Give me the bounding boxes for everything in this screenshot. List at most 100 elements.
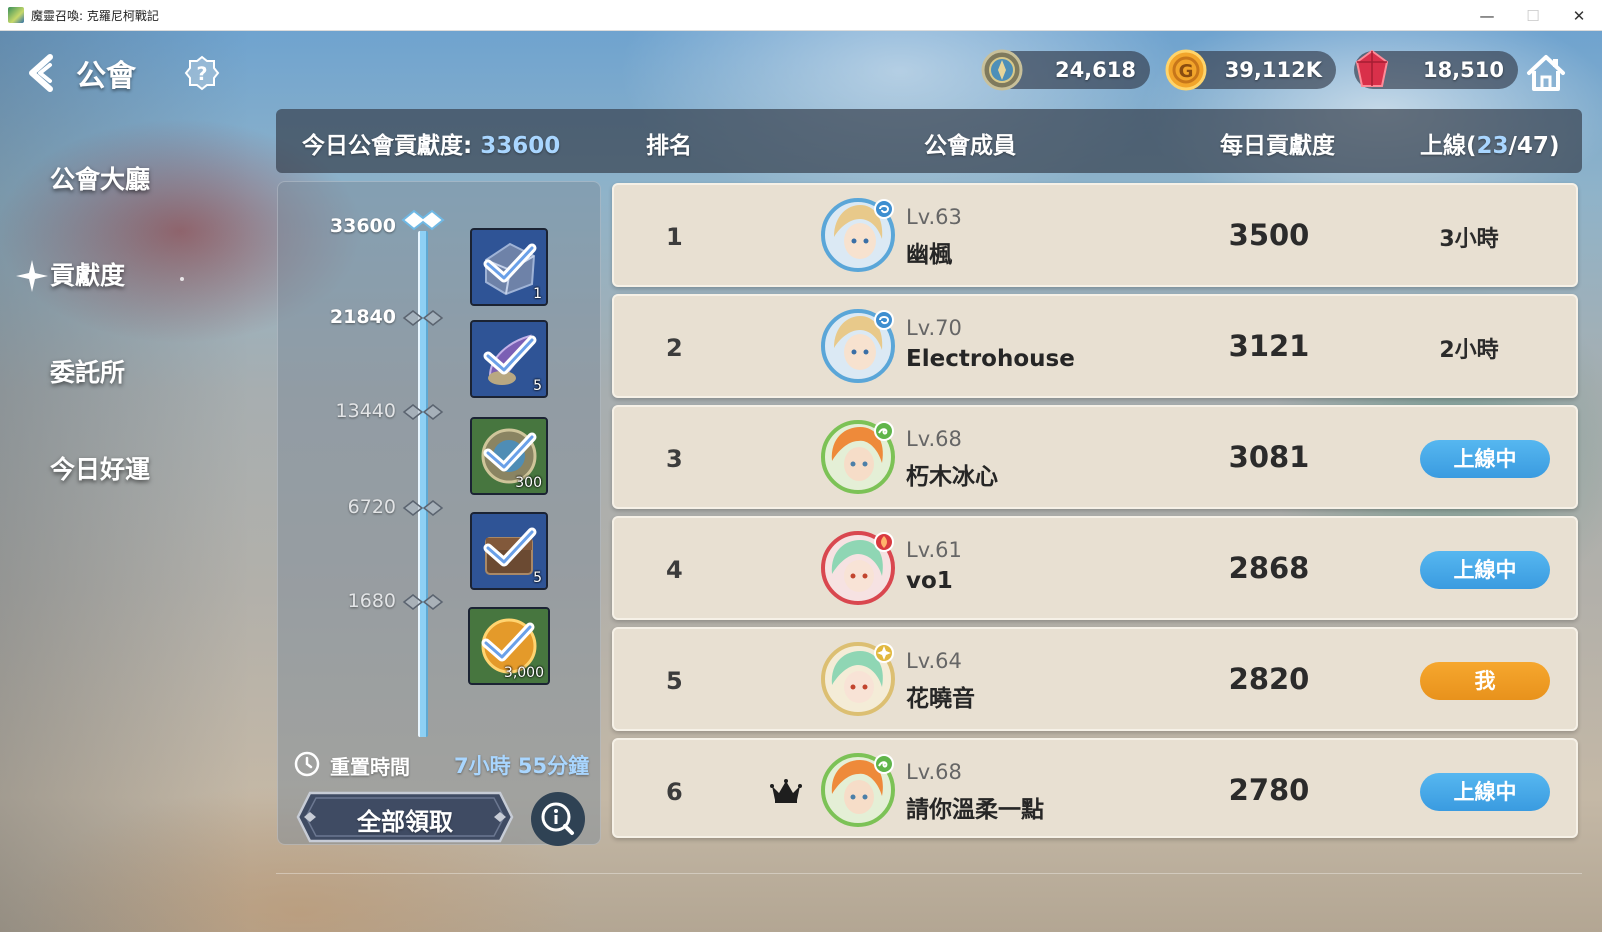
claimed-check-icon bbox=[483, 527, 537, 567]
active-star-icon bbox=[16, 260, 48, 292]
member-name: vo1 bbox=[906, 568, 953, 594]
online-status-badge: 上線中 bbox=[1420, 773, 1550, 811]
gold-coin-icon: G bbox=[1165, 49, 1207, 91]
member-name: 朽木冰心 bbox=[906, 464, 998, 490]
member-rank: 2 bbox=[666, 334, 683, 362]
member-level: Lv.64 bbox=[906, 649, 962, 673]
today-contribution-value: 33600 bbox=[480, 133, 561, 159]
member-contribution: 3121 bbox=[1228, 329, 1310, 363]
reset-time-label: 重置時間 bbox=[330, 755, 410, 779]
crown-icon bbox=[770, 779, 802, 803]
milestone-marker-icon bbox=[402, 404, 444, 420]
gold-value: 39,112K bbox=[1224, 58, 1322, 82]
back-button[interactable] bbox=[24, 53, 64, 93]
side-menu-contribution[interactable]: 貢獻度 bbox=[50, 256, 125, 292]
guild-coin-counter[interactable]: 24,618 bbox=[981, 49, 1150, 91]
member-row[interactable]: 3 Lv.68 朽木冰心 3081 上線中 bbox=[612, 405, 1578, 509]
reward-slot[interactable]: 1 bbox=[470, 228, 548, 306]
reward-quantity: 5 bbox=[533, 570, 542, 586]
member-level: Lv.61 bbox=[906, 538, 962, 562]
minimize-button[interactable]: — bbox=[1464, 0, 1510, 31]
self-badge: 我 bbox=[1420, 662, 1550, 700]
close-button[interactable]: ✕ bbox=[1556, 0, 1602, 31]
member-rank: 3 bbox=[666, 445, 683, 473]
member-rank: 1 bbox=[666, 223, 683, 251]
member-row[interactable]: 6 Lv.68 請你溫柔一點 2780 上線中 bbox=[612, 738, 1578, 838]
milestone-marker-icon bbox=[402, 594, 444, 610]
member-level: Lv.63 bbox=[906, 205, 962, 229]
side-menu-daily-luck[interactable]: 今日好運 bbox=[50, 450, 150, 486]
reward-slot[interactable]: 3,000 bbox=[468, 607, 550, 685]
reward-quantity: 5 bbox=[533, 378, 542, 394]
green-hair-avatar bbox=[821, 642, 895, 716]
member-contribution: 2780 bbox=[1228, 773, 1310, 807]
member-name: Electrohouse bbox=[906, 346, 1075, 372]
app-icon bbox=[8, 7, 24, 23]
claimed-check-icon bbox=[483, 432, 537, 472]
maximize-button[interactable]: ☐ bbox=[1510, 0, 1556, 31]
reset-time-value: 7小時 55分鐘 bbox=[454, 754, 590, 778]
claimed-check-icon bbox=[483, 243, 537, 283]
active-indicator-dot bbox=[180, 277, 184, 281]
milestone-label: 13440 bbox=[335, 400, 396, 422]
blonde-hero-avatar bbox=[821, 309, 895, 383]
svg-text:G: G bbox=[1179, 61, 1194, 82]
online-status-badge: 上線中 bbox=[1420, 440, 1550, 478]
reward-slot[interactable]: 5 bbox=[470, 512, 548, 590]
gold-counter[interactable]: G 39,112K bbox=[1165, 49, 1336, 91]
side-menu-commission[interactable]: 委託所 bbox=[50, 353, 125, 389]
online-status-badge: 上線中 bbox=[1420, 551, 1550, 589]
member-contribution: 2868 bbox=[1228, 551, 1310, 585]
member-level: Lv.68 bbox=[906, 760, 962, 784]
milestone-label: 1680 bbox=[347, 590, 396, 612]
green-hair-avatar bbox=[821, 531, 895, 605]
clock-icon bbox=[294, 751, 320, 777]
member-last-online: 2小時 bbox=[1439, 338, 1499, 363]
list-header: 今日公會貢獻度: 33600 排名 公會成員 每日貢獻度 上線(23/47) bbox=[276, 109, 1582, 173]
window-title: 魔靈召喚: 克羅尼柯戰記 bbox=[31, 8, 159, 23]
svg-text:?: ? bbox=[196, 63, 207, 85]
reward-slot[interactable]: 300 bbox=[470, 417, 548, 495]
member-row[interactable]: 5 Lv.64 花曉音 2820 我 bbox=[612, 627, 1578, 731]
bottom-divider bbox=[276, 873, 1582, 874]
red-crystal-icon bbox=[1355, 49, 1389, 87]
member-rank: 4 bbox=[666, 556, 683, 584]
online-count: 23 bbox=[1476, 133, 1509, 159]
milestone-marker-top-icon bbox=[401, 209, 445, 231]
milestone-label: 21840 bbox=[329, 306, 396, 328]
help-button[interactable]: ? bbox=[184, 55, 220, 91]
member-rank: 5 bbox=[666, 667, 683, 695]
daily-column-header: 每日貢獻度 bbox=[1220, 133, 1335, 159]
claim-all-label: 全部領取 bbox=[357, 808, 453, 836]
member-row[interactable]: 2 Lv.70 Electrohouse 3121 2小時 bbox=[612, 294, 1578, 398]
milestone-label: 33600 bbox=[329, 215, 396, 237]
member-name: 花曉音 bbox=[906, 686, 975, 712]
blonde-hero-avatar bbox=[821, 198, 895, 272]
reward-slot[interactable]: 5 bbox=[470, 320, 548, 398]
page-title: 公會 bbox=[76, 59, 136, 94]
reward-quantity: 300 bbox=[515, 475, 542, 491]
milestone-marker-icon bbox=[402, 500, 444, 516]
orange-hair-avatar bbox=[821, 753, 895, 827]
online-column-header: 上線(23/47) bbox=[1420, 133, 1560, 159]
member-row[interactable]: 1 Lv.63 幽楓 3500 3小時 bbox=[612, 183, 1578, 287]
crystal-value: 18,510 bbox=[1422, 58, 1504, 82]
claim-all-button[interactable]: 全部領取 bbox=[296, 791, 514, 843]
member-contribution: 3081 bbox=[1228, 440, 1310, 474]
milestone-marker-icon bbox=[402, 310, 444, 326]
crystal-counter[interactable]: 18,510 bbox=[1354, 49, 1518, 89]
today-contribution-label: 今日公會貢獻度: 33600 bbox=[302, 133, 561, 159]
member-column-header: 公會成員 bbox=[924, 133, 1016, 159]
member-rank: 6 bbox=[666, 778, 683, 806]
guild-coin-value: 24,618 bbox=[1054, 58, 1136, 82]
member-name: 幽楓 bbox=[906, 242, 952, 268]
game-viewport: 公會 ? 24,618 G 39,112K 18,510 公會大廳 貢獻度 委託… bbox=[0, 31, 1602, 932]
member-row[interactable]: 4 Lv.61 vo1 2868 上線中 bbox=[612, 516, 1578, 620]
member-last-online: 3小時 bbox=[1439, 227, 1499, 252]
orange-hair-avatar bbox=[821, 420, 895, 494]
side-menu-guild-hall[interactable]: 公會大廳 bbox=[50, 160, 150, 196]
info-button[interactable] bbox=[530, 791, 586, 847]
home-button[interactable] bbox=[1524, 51, 1568, 95]
claimed-check-icon bbox=[481, 622, 535, 662]
home-icon bbox=[1527, 55, 1565, 91]
